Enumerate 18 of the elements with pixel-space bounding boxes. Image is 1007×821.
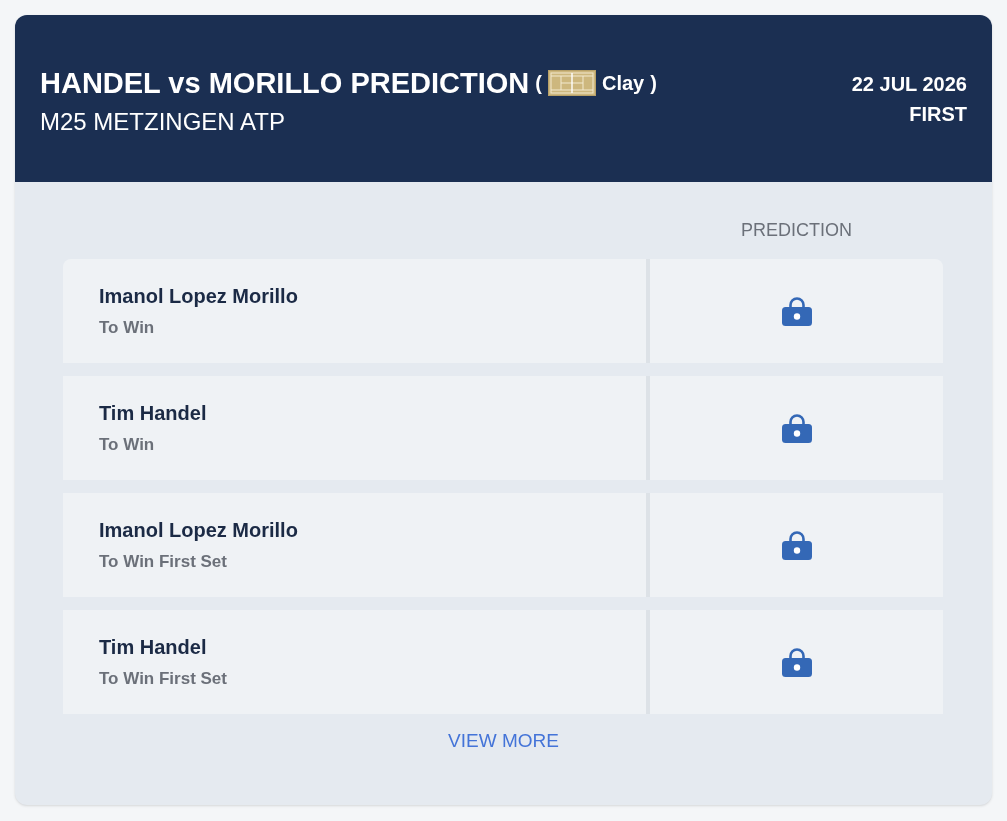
market-label: To Win: [99, 434, 155, 456]
player-name: Imanol Lopez Morillo: [99, 518, 298, 543]
market-label: To Win: [99, 317, 155, 339]
tournament-name: M25 METZINGEN ATP: [40, 106, 285, 137]
player-name: Tim Handel: [99, 635, 207, 660]
clay-court-icon: [547, 69, 596, 96]
market-label: To Win First Set: [99, 668, 227, 690]
player-name: Imanol Lopez Morillo: [99, 284, 298, 309]
column-header: PREDICTION: [740, 219, 853, 242]
surface-close-paren: ): [650, 70, 657, 96]
surface-label: Clay: [601, 70, 645, 96]
market-label: To Win First Set: [99, 551, 227, 573]
surface-open-paren: (: [535, 70, 542, 96]
player-name: Tim Handel: [99, 401, 207, 426]
match-title: HANDEL vs MORILLO PREDICTION: [40, 65, 530, 101]
view-more-link[interactable]: VIEW MORE: [448, 728, 559, 754]
match-round: FIRST: [909, 101, 967, 127]
match-date: 22 JUL 2026: [851, 71, 967, 97]
